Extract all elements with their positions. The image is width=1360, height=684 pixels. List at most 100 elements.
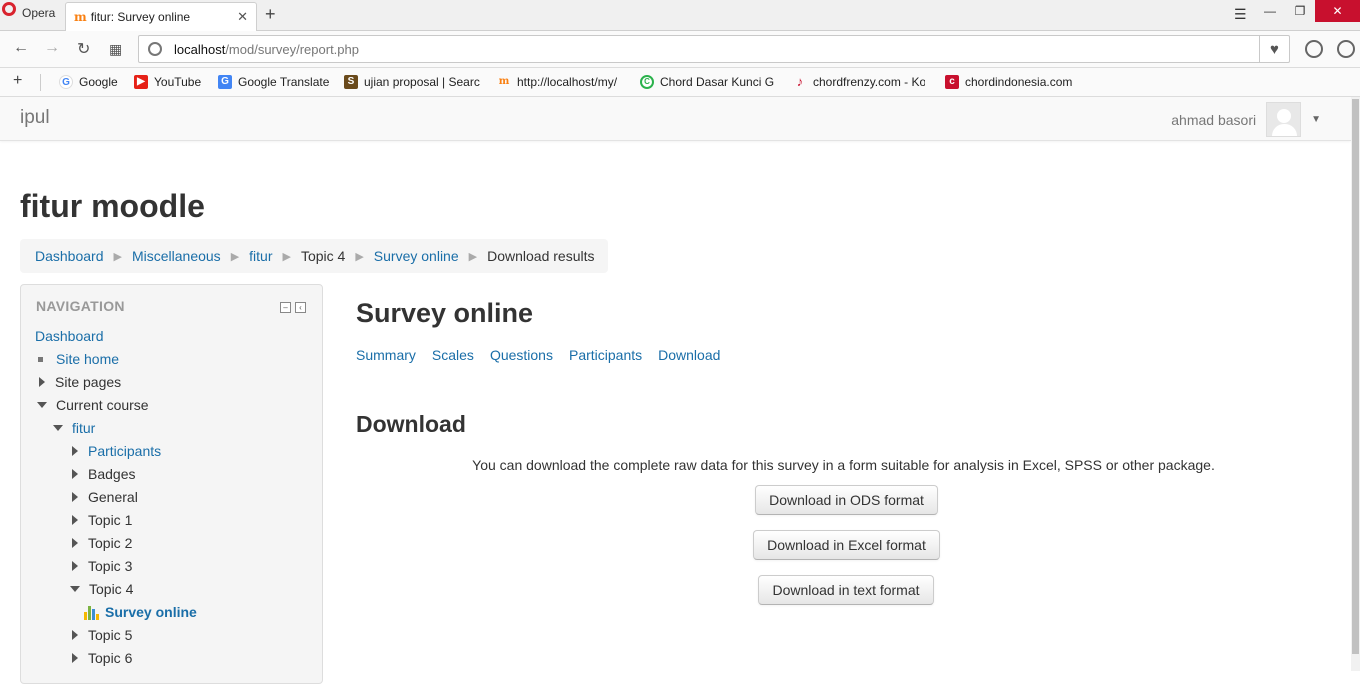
download-description: You can download the complete raw data f… (472, 457, 1215, 473)
breadcrumb-separator-icon: ▶ (230, 250, 240, 263)
nav-item-topic-5[interactable]: Topic 5 (72, 627, 132, 643)
expand-right-icon (39, 377, 45, 387)
site-brand[interactable]: ipul (20, 107, 50, 129)
minimize-icon[interactable]: — (1255, 0, 1285, 22)
heart-icon[interactable]: ♥ (1259, 36, 1289, 62)
browser-tab-active[interactable]: m fitur: Survey online ✕ (65, 2, 257, 31)
breadcrumb: Dashboard ▶ Miscellaneous ▶ fitur ▶ Topi… (20, 239, 609, 273)
nav-item-label: Topic 1 (88, 512, 133, 528)
bookmark-youtube[interactable]: ▶ YouTube (134, 75, 201, 89)
tab-participants[interactable]: Participants (569, 347, 642, 363)
bookmark-chordindonesia[interactable]: c chordindonesia.com (945, 75, 1072, 89)
expand-right-icon (72, 446, 78, 456)
activity-heading: Survey online (356, 298, 534, 328)
survey-report-tabs: Summary Scales Questions Participants Do… (356, 347, 736, 363)
bookmark-google-translate[interactable]: G Google Translate (218, 75, 329, 89)
nav-item-label: Topic 2 (88, 535, 133, 551)
bullet-icon (38, 356, 43, 362)
tab-questions[interactable]: Questions (490, 347, 553, 363)
navigation-header: NAVIGATION (36, 298, 125, 314)
opera-logo-icon (2, 2, 16, 16)
breadcrumb-miscellaneous[interactable]: Miscellaneous (132, 248, 221, 264)
nav-item-topic-6[interactable]: Topic 6 (72, 650, 132, 666)
download-manager-icon[interactable] (1305, 40, 1323, 58)
user-menu[interactable]: ahmad basori ▼ (1171, 102, 1321, 137)
opera-menu-button[interactable]: Opera (0, 0, 62, 26)
address-bar-row: ← → ↻ ▦ localhost/mod/survey/report.php … (0, 31, 1360, 68)
close-window-icon[interactable]: ✕ (1315, 0, 1360, 22)
window-controls: — ❐ ✕ (1255, 0, 1360, 22)
breadcrumb-dashboard[interactable]: Dashboard (35, 248, 104, 264)
tab-title: fitur: Survey online (90, 10, 191, 24)
browser-tab-bar: Opera m fitur: Survey online ✕ + ☰ — ❐ ✕ (0, 0, 1360, 31)
speed-dial-icon[interactable]: ▦ (109, 41, 122, 58)
google-icon: G (59, 75, 73, 89)
address-field[interactable]: localhost/mod/survey/report.php ♥ (138, 35, 1290, 63)
nav-item-site-home[interactable]: Site home (35, 351, 119, 367)
nav-item-dashboard[interactable]: Dashboard (35, 328, 104, 344)
breadcrumb-separator-icon: ▶ (355, 250, 364, 263)
expand-right-icon (72, 653, 78, 663)
nav-item-topic-2[interactable]: Topic 2 (72, 535, 132, 551)
s-icon: S (344, 75, 358, 89)
moodle-icon: m (498, 76, 510, 87)
nav-item-general[interactable]: General (72, 489, 138, 505)
account-icon[interactable] (1337, 40, 1355, 58)
restore-icon[interactable]: ❐ (1285, 0, 1315, 22)
bookmark-localhost-my[interactable]: m http://localhost/my/ (497, 75, 617, 89)
nav-item-site-pages[interactable]: Site pages (39, 374, 121, 390)
tab-menu-icon[interactable]: ☰ (1234, 6, 1247, 23)
nav-item-label: Topic 6 (88, 650, 133, 666)
youtube-icon: ▶ (134, 75, 148, 89)
breadcrumb-separator-icon: ▶ (468, 250, 478, 263)
expand-down-icon (53, 425, 63, 431)
guitar-icon: ♪ (796, 74, 804, 89)
add-bookmark-icon[interactable]: + (13, 72, 22, 90)
collapse-block-icon[interactable]: – (280, 302, 291, 313)
new-tab-button[interactable]: + (265, 4, 276, 25)
breadcrumb-fitur[interactable]: fitur (249, 248, 272, 264)
reload-icon[interactable]: ↻ (77, 39, 90, 59)
site-navbar: ipul ahmad basori ▼ (0, 97, 1351, 141)
nav-item-participants[interactable]: Participants (72, 443, 161, 459)
download-ods-button[interactable]: Download in ODS format (755, 485, 938, 515)
bookmark-google[interactable]: G Google (59, 75, 118, 89)
expand-right-icon (72, 630, 78, 640)
dock-block-icon[interactable]: ‹ (295, 302, 306, 313)
moodle-favicon-icon: m (74, 10, 87, 24)
nav-item-badges[interactable]: Badges (72, 466, 135, 482)
tab-close-icon[interactable]: ✕ (237, 9, 248, 25)
forward-icon[interactable]: → (44, 39, 60, 57)
expand-right-icon (72, 538, 78, 548)
expand-right-icon (72, 561, 78, 571)
bookmark-label: Google Translate (238, 75, 330, 89)
nav-item-topic-1[interactable]: Topic 1 (72, 512, 132, 528)
page-scrollbar[interactable] (1351, 97, 1360, 671)
tab-summary[interactable]: Summary (356, 347, 416, 363)
bookmark-ujian-proposal[interactable]: S ujian proposal | Searc (344, 75, 480, 89)
bookmark-chordfrenzy[interactable]: ♪ chordfrenzy.com - Ko (793, 74, 925, 90)
bookmarks-bar: + G Google ▶ YouTube G Google Translate … (0, 68, 1360, 97)
nav-item-label: Topic 3 (88, 558, 133, 574)
scrollbar-thumb[interactable] (1352, 99, 1359, 654)
breadcrumb-topic-4: Topic 4 (300, 248, 346, 264)
back-icon[interactable]: ← (13, 39, 29, 57)
tab-download[interactable]: Download (658, 347, 720, 363)
nav-item-label: Participants (88, 443, 162, 459)
download-text-button[interactable]: Download in text format (758, 575, 934, 605)
nav-item-topic-4[interactable]: Topic 4 (70, 581, 133, 597)
nav-item-fitur[interactable]: fitur (53, 420, 95, 436)
nav-item-label: Current course (56, 397, 149, 413)
site-info-icon[interactable] (148, 42, 162, 56)
expand-down-icon (37, 402, 47, 408)
nav-item-survey-online[interactable]: Survey online (83, 604, 197, 620)
expand-right-icon (72, 515, 78, 525)
download-excel-button[interactable]: Download in Excel format (753, 530, 940, 560)
bookmark-label: ujian proposal | Searc (364, 75, 480, 89)
nav-item-label: Survey online (105, 604, 197, 620)
nav-item-topic-3[interactable]: Topic 3 (72, 558, 132, 574)
nav-item-current-course[interactable]: Current course (37, 397, 149, 413)
tab-scales[interactable]: Scales (432, 347, 474, 363)
breadcrumb-survey-online[interactable]: Survey online (374, 248, 459, 264)
bookmark-chord-dasar[interactable]: C Chord Dasar Kunci Gi (640, 75, 774, 89)
